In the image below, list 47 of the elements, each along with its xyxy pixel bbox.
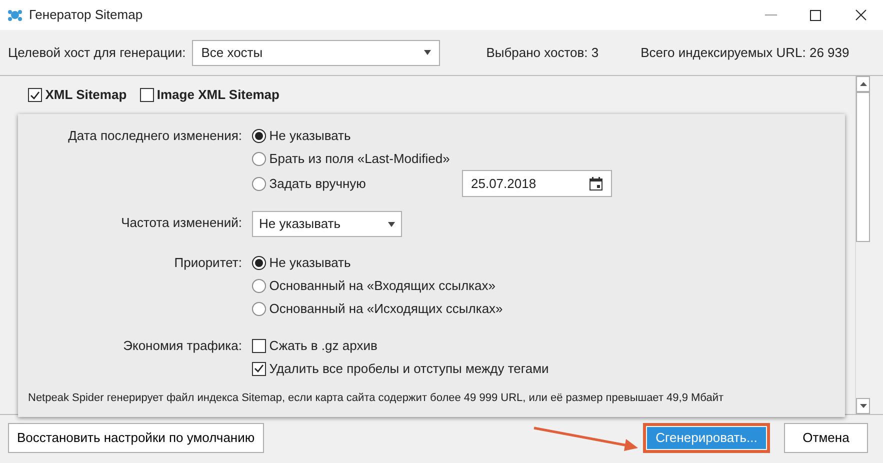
calendar-icon bbox=[589, 176, 603, 190]
checkbox[interactable] bbox=[252, 362, 266, 376]
host-label: Целевой хост для генерации: bbox=[8, 44, 186, 62]
checkbox[interactable] bbox=[28, 88, 42, 102]
setting-label: Приоритет: bbox=[173, 254, 242, 272]
checkbox[interactable] bbox=[140, 88, 154, 102]
option-label: Удалить все пробелы и отступы между тегами bbox=[269, 360, 549, 378]
caret-icon bbox=[388, 222, 395, 226]
caret-icon bbox=[424, 50, 432, 55]
scroll-thumb[interactable] bbox=[856, 92, 870, 242]
checkbox[interactable] bbox=[252, 338, 266, 352]
app-icon bbox=[6, 8, 22, 22]
setting-label: Дата последнего изменения: bbox=[67, 127, 242, 145]
radio-button[interactable] bbox=[252, 176, 266, 190]
checkbox-label: Image XML Sitemap bbox=[156, 86, 280, 104]
scroll-up-button[interactable] bbox=[856, 76, 870, 92]
option-label: Не указывать bbox=[269, 254, 351, 272]
option-label: Задать вручную bbox=[269, 174, 366, 193]
down-arrow-icon bbox=[860, 404, 866, 408]
date-field[interactable]: 25.07.2018 bbox=[462, 170, 612, 197]
scroll-down-button[interactable] bbox=[856, 398, 870, 414]
setting-label: Частота изменений: bbox=[120, 214, 242, 232]
window-title: Генератор Sitemap bbox=[29, 6, 143, 24]
radio-button[interactable] bbox=[252, 128, 266, 142]
setting-label: Экономия трафика: bbox=[122, 337, 242, 355]
indexed-url-count: Всего индексируемых URL: 26 939 bbox=[640, 44, 850, 62]
radio-button[interactable] bbox=[252, 302, 266, 316]
host-dropdown[interactable]: Все хосты bbox=[192, 40, 440, 66]
option-label: Сжать в .gz архив bbox=[269, 336, 378, 355]
scrollbar[interactable] bbox=[855, 76, 870, 414]
radio-button[interactable] bbox=[252, 256, 266, 270]
maximize-icon bbox=[810, 10, 821, 20]
option-label: Основанный на «Входящих ссылках» bbox=[269, 276, 496, 295]
option-label: Брать из поля «Last-Modified» bbox=[269, 150, 450, 168]
dialog-button[interactable]: Восстановить настройки по умолчанию bbox=[8, 422, 264, 452]
up-arrow-icon bbox=[860, 82, 866, 86]
sitemap-index-note: Netpeak Spider генерирует файл индекса Sitemap, если карта сайта содержит более 49 999 URL, или её размер превышает 49,9 Мбайт bbox=[27, 391, 725, 406]
close-icon bbox=[854, 9, 866, 21]
radio-button[interactable] bbox=[252, 278, 266, 292]
radio-button[interactable] bbox=[252, 152, 266, 166]
option-label: Основанный на «Исходящих ссылках» bbox=[269, 300, 503, 318]
checkbox-label: XML Sitemap bbox=[45, 86, 127, 104]
frequency-dropdown[interactable]: Не указывать bbox=[252, 211, 402, 237]
minimize-icon bbox=[764, 14, 776, 16]
dialog-button[interactable]: Отмена bbox=[784, 422, 868, 452]
option-label: Не указывать bbox=[269, 126, 351, 145]
selected-hosts-count: Выбрано хостов: 3 bbox=[486, 44, 599, 62]
